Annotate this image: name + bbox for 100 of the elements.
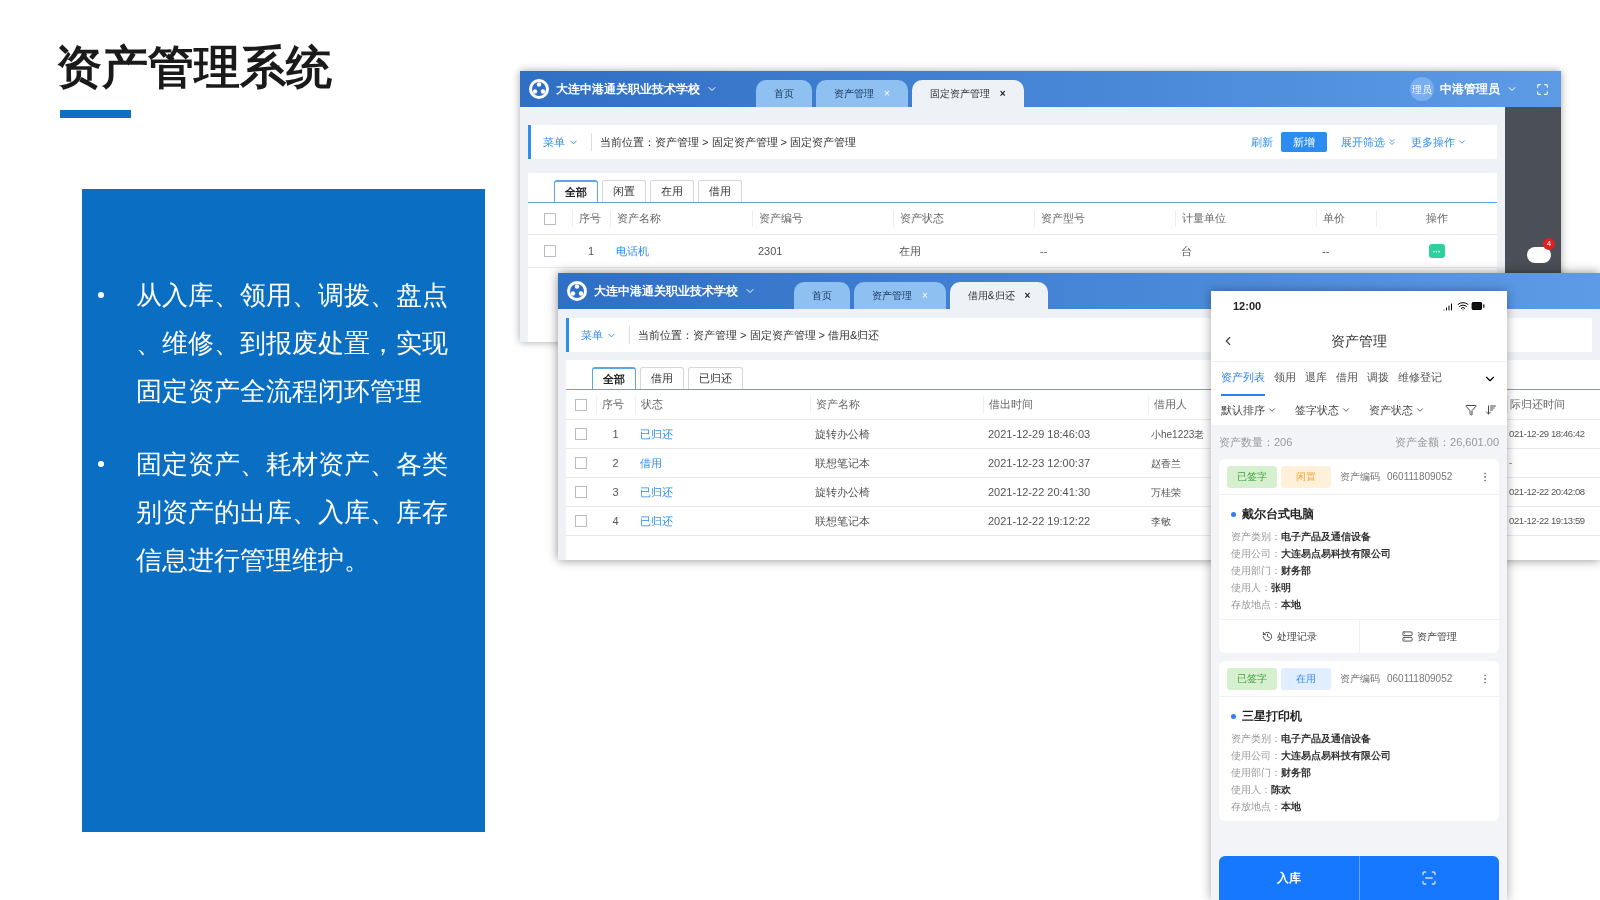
field-label: 使用人： xyxy=(1231,581,1271,595)
table-cell-text: 2301 xyxy=(757,243,784,259)
more-actions-link[interactable]: 更多操作 xyxy=(1411,133,1467,151)
phone-tab[interactable]: 维修登记 xyxy=(1398,361,1442,396)
table-cell-text: 小he1223老 xyxy=(1150,427,1206,442)
asset-card[interactable]: 已签字 在用 资产编码 060111809052 三星打印机 资产类别：电子产品及通信设备 使用公司：大连易点易科技有限公司 使用部门：财务部 使用人：陈欢 存放地点：本地 xyxy=(1219,661,1499,821)
field-value: 电子产品及通信设备 xyxy=(1281,732,1371,746)
field-value: 本地 xyxy=(1281,800,1301,814)
checkbox[interactable] xyxy=(575,398,587,411)
scan-icon[interactable] xyxy=(1421,870,1438,886)
asset-amount: 资产金额：26,601.00 xyxy=(1395,434,1499,450)
filter-tab[interactable]: 在用 xyxy=(650,180,694,202)
window-tab[interactable]: 首页 xyxy=(756,80,812,107)
column-header: 序号 xyxy=(572,210,610,227)
column-header: 资产状态 xyxy=(893,210,1034,227)
school-name[interactable]: 大连中港通关职业技术学校 xyxy=(594,282,738,300)
caret-icon xyxy=(1267,405,1277,415)
refresh-link[interactable]: 刷新 xyxy=(1251,133,1273,151)
table-cell-text: -- xyxy=(1321,243,1331,259)
bullet-text: 从入库、领用、调拨、盘点、维修、到报废处置，实现固定资产全流程闭环管理 xyxy=(136,279,449,408)
filter-dropdown[interactable]: 资产状态 xyxy=(1369,401,1425,419)
field-label: 使用公司： xyxy=(1231,749,1281,763)
status-link[interactable]: 借用 xyxy=(635,454,810,472)
asset-card[interactable]: 已签字 闲置 资产编码 060111809052 戴尔台式电脑 资产类别：电子产品及通信设备 使用公司：大连易点易科技有限公司 使用部门：财务部 使用人：张明 存放地点：本地 处理记录 资产管理 xyxy=(1219,459,1499,653)
table-cell-text: 2021-12-29 18:46:03 xyxy=(987,426,1092,442)
window-tab[interactable]: 首页 xyxy=(794,282,850,309)
column-header: 资产编号 xyxy=(752,210,893,227)
notification-badge: 4 xyxy=(1543,238,1555,250)
table-cell-text: 旋转办公椅 xyxy=(814,484,871,500)
bullet-icon xyxy=(98,461,104,467)
field-value: 电子产品及通信设备 xyxy=(1281,530,1371,544)
breadcrumb: 当前位置：资产管理 > 固定资产管理 > 固定资产管理 xyxy=(600,134,857,150)
field-value: 财务部 xyxy=(1281,766,1311,780)
checkbox[interactable] xyxy=(575,486,587,498)
filter-tab[interactable]: 已归还 xyxy=(688,367,743,389)
status-time: 12:00 xyxy=(1233,298,1262,314)
card-action-button[interactable]: 资产管理 xyxy=(1359,620,1499,653)
field-label: 资产类别： xyxy=(1231,732,1281,746)
expand-filter-link[interactable]: 展开筛选 xyxy=(1341,133,1397,151)
asset-code-label: 资产编码 xyxy=(1340,672,1380,686)
asset-code-label: 资产编码 xyxy=(1340,470,1380,484)
filter-tab[interactable]: 全部 xyxy=(554,180,598,202)
column-header: 资产型号 xyxy=(1034,210,1175,227)
status-link[interactable]: 已归还 xyxy=(635,512,810,530)
table-cell-text: 李敏 xyxy=(1150,514,1172,529)
card-action-button[interactable]: 处理记录 xyxy=(1219,620,1359,653)
filter-icon[interactable] xyxy=(1465,404,1477,416)
window-tab[interactable]: 资产管理 × xyxy=(854,282,946,309)
table-cell-text: - xyxy=(1508,455,1513,470)
sort-icon[interactable] xyxy=(1485,404,1497,416)
filter-tab[interactable]: 全部 xyxy=(592,367,636,389)
column-header: 单价 xyxy=(1316,210,1376,227)
table-cell-text: 联想笔记本 xyxy=(814,513,871,529)
field-label: 使用部门： xyxy=(1231,564,1281,578)
window-tab[interactable]: 固定资产管理 × xyxy=(911,80,1024,107)
field-value: 本地 xyxy=(1281,598,1301,612)
fullscreen-icon[interactable] xyxy=(1536,82,1549,96)
chat-icon[interactable] xyxy=(1527,247,1551,263)
asset-name-link[interactable]: 电话机 xyxy=(610,242,752,260)
school-name[interactable]: 大连中港通关职业技术学校 xyxy=(556,80,700,98)
table-cell-text: 在用 xyxy=(898,243,922,259)
status-tag: 在用 xyxy=(1281,667,1331,690)
filter-dropdown[interactable]: 签字状态 xyxy=(1295,401,1351,419)
window-tab[interactable]: 资产管理 × xyxy=(816,80,908,107)
asset-name: 三星打印机 xyxy=(1242,708,1302,725)
filter-tab[interactable]: 闲置 xyxy=(602,180,646,202)
filter-tab[interactable]: 借用 xyxy=(698,180,742,202)
checkbox[interactable] xyxy=(544,212,556,225)
table-cell-text: 联想笔记本 xyxy=(814,455,871,471)
phone-tab[interactable]: 借用 xyxy=(1336,361,1358,396)
column-header: 借出时间 xyxy=(983,396,1148,413)
table-cell-text: -- xyxy=(1039,243,1049,259)
phone-tab[interactable]: 退库 xyxy=(1305,361,1327,396)
window-tab[interactable]: 借用&归还 × xyxy=(949,282,1049,309)
filter-tab[interactable]: 借用 xyxy=(640,367,684,389)
checkbox[interactable] xyxy=(575,428,587,440)
column-header: 计量单位 xyxy=(1175,210,1316,227)
more-actions-icon[interactable] xyxy=(1428,244,1445,258)
checkbox[interactable] xyxy=(544,245,556,257)
status-link[interactable]: 已归还 xyxy=(635,483,810,501)
field-value: 大连易点易科技有限公司 xyxy=(1281,749,1391,763)
table-cell-text: 021-12-22 20:42:08 xyxy=(1508,484,1586,499)
column-header: 序号 xyxy=(596,396,635,413)
menu-button[interactable]: 菜单 xyxy=(531,133,591,151)
phone-tab[interactable]: 资产列表 xyxy=(1221,361,1265,396)
phone-tab[interactable]: 调拨 xyxy=(1367,361,1389,396)
phone-tab[interactable]: 领用 xyxy=(1274,361,1296,396)
field-label: 存放地点： xyxy=(1231,598,1281,612)
status-link[interactable]: 已归还 xyxy=(635,425,810,443)
field-label: 使用人： xyxy=(1231,783,1271,797)
filter-dropdown[interactable]: 默认排序 xyxy=(1221,401,1277,419)
checkbox[interactable] xyxy=(575,457,587,469)
menu-button[interactable]: 菜单 xyxy=(569,326,629,344)
checkbox[interactable] xyxy=(575,515,587,527)
table-cell-text: 021-12-22 19:13:59 xyxy=(1508,513,1586,528)
stock-in-button[interactable]: 入库 xyxy=(1219,856,1360,900)
screen-title: 资产管理 xyxy=(1331,331,1387,351)
field-value: 大连易点易科技有限公司 xyxy=(1281,547,1391,561)
column-header: 状态 xyxy=(635,396,810,413)
table-cell-text: 旋转办公椅 xyxy=(814,426,871,442)
